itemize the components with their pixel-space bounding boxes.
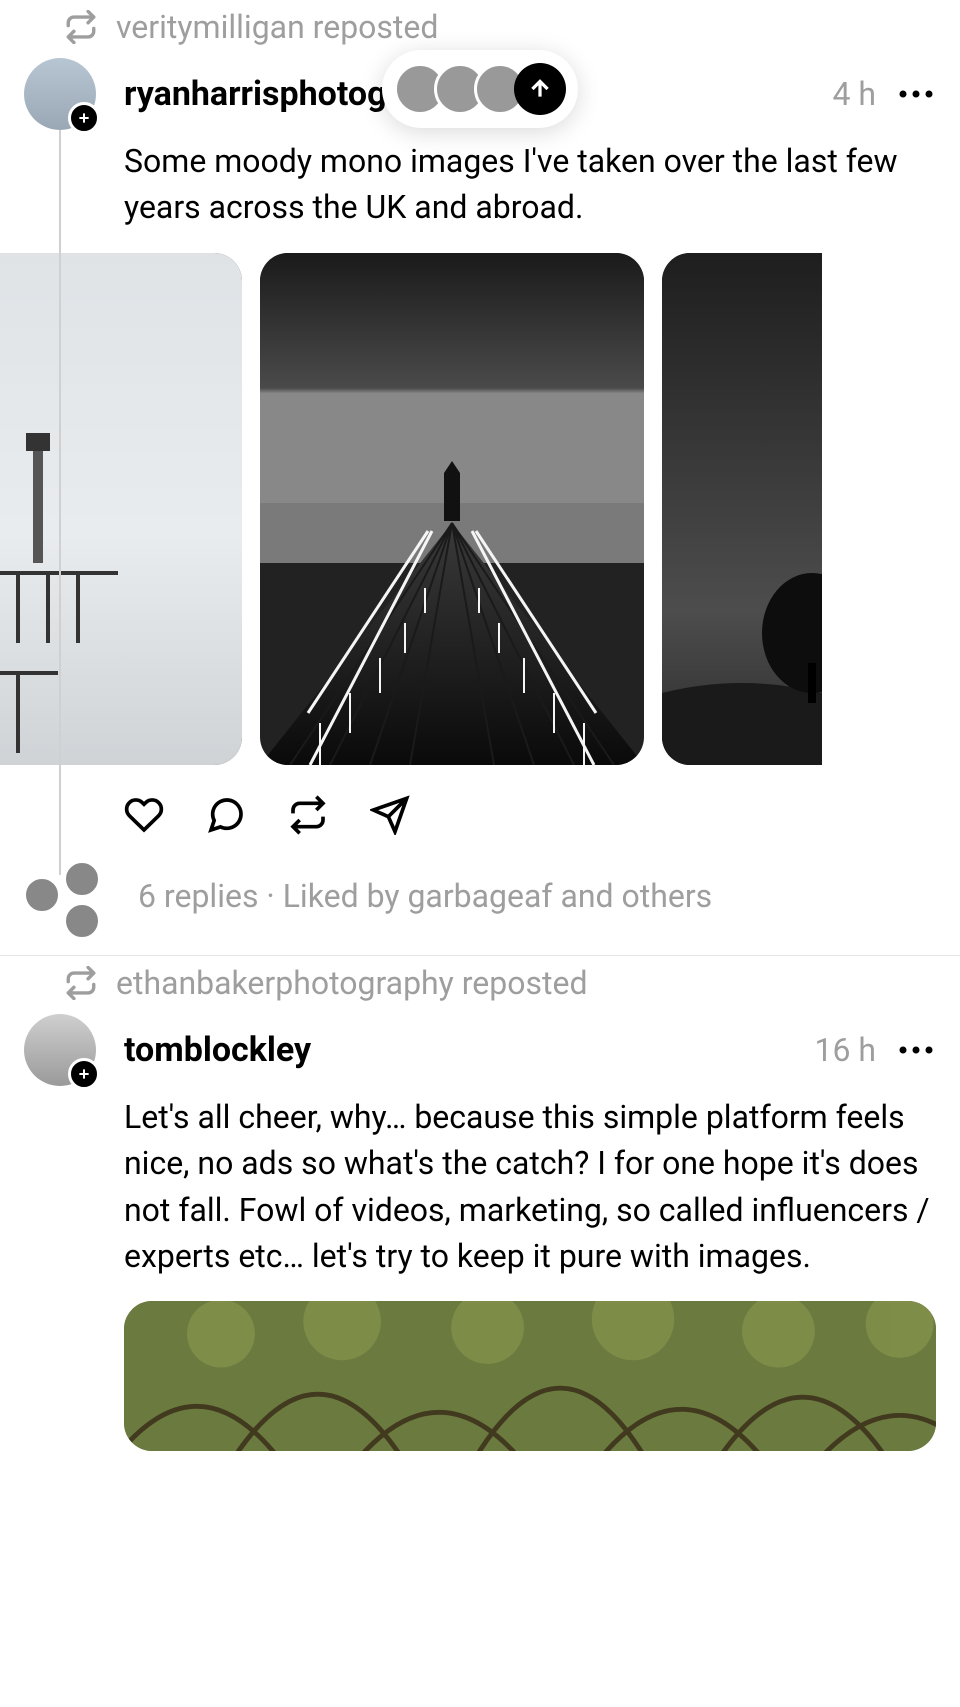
carousel-image[interactable] bbox=[0, 253, 242, 765]
post-image[interactable] bbox=[124, 1301, 936, 1451]
replies-count: 6 replies bbox=[138, 877, 258, 915]
username[interactable]: tomblockley bbox=[124, 1030, 311, 1070]
more-options-button[interactable] bbox=[896, 74, 936, 114]
like-button[interactable] bbox=[124, 795, 164, 839]
timestamp: 16 h bbox=[814, 1031, 876, 1069]
image-carousel[interactable] bbox=[0, 253, 960, 765]
liked-by-text: Liked by garbageaf and others bbox=[283, 877, 712, 915]
facepile-avatar bbox=[24, 877, 60, 913]
carousel-image[interactable] bbox=[260, 253, 644, 765]
reply-facepile bbox=[24, 861, 114, 931]
repost-text: veritymilligan reposted bbox=[116, 8, 438, 46]
scroll-to-top-button[interactable] bbox=[514, 63, 566, 115]
post: veritymilligan reposted ryanharrisphotog… bbox=[0, 0, 960, 956]
repost-icon bbox=[64, 966, 98, 1000]
more-options-button[interactable] bbox=[896, 1030, 936, 1070]
repost-icon bbox=[64, 10, 98, 44]
post-body: Let's all cheer, why… because this simpl… bbox=[0, 1086, 960, 1280]
follow-add-button[interactable] bbox=[68, 102, 100, 134]
timestamp: 4 h bbox=[832, 75, 876, 113]
post-header: tomblockley 16 h bbox=[0, 1014, 960, 1086]
facepile-avatar bbox=[64, 861, 100, 897]
post-body: Some moody mono images I've taken over t… bbox=[0, 130, 960, 231]
facepile-avatar bbox=[64, 903, 100, 939]
avatar-wrap[interactable] bbox=[24, 1014, 96, 1086]
post: ethanbakerphotography reposted tomblockl… bbox=[0, 956, 960, 1452]
username[interactable]: ryanharrisphotography bbox=[124, 74, 424, 114]
avatar-wrap[interactable] bbox=[24, 58, 96, 130]
carousel-image[interactable] bbox=[662, 253, 822, 765]
action-row bbox=[0, 765, 960, 839]
engagement-text: 6 replies · Liked by garbageaf and other… bbox=[138, 877, 712, 915]
repost-button[interactable] bbox=[288, 795, 328, 839]
thread-line bbox=[59, 128, 61, 875]
comment-button[interactable] bbox=[206, 795, 246, 839]
follow-add-button[interactable] bbox=[68, 1058, 100, 1090]
engagement-row[interactable]: 6 replies · Liked by garbageaf and other… bbox=[0, 839, 960, 931]
repost-text: ethanbakerphotography reposted bbox=[116, 964, 587, 1002]
repost-attribution[interactable]: ethanbakerphotography reposted bbox=[0, 956, 960, 1014]
share-button[interactable] bbox=[370, 795, 410, 839]
activity-pill[interactable] bbox=[382, 50, 578, 128]
feed: veritymilligan reposted ryanharrisphotog… bbox=[0, 0, 960, 1451]
